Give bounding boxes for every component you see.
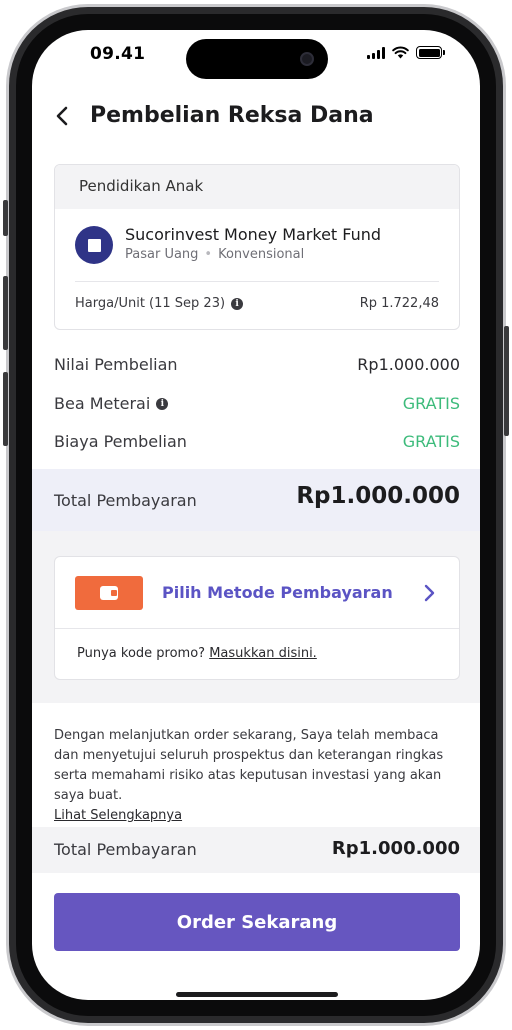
fund-logo-icon [75,226,113,264]
dynamic-island [186,39,328,79]
purchase-fee-row: Biaya Pembelian GRATIS [54,432,460,456]
disclaimer-text: Dengan melanjutkan order sekarang, Saya … [54,728,444,803]
stamp-duty-row: Bea Meterai i GRATIS [54,394,460,418]
unit-price-value: Rp 1.722,48 [359,296,439,311]
payment-method-button[interactable]: Pilih Metode Pembayaran [55,557,459,629]
promo-text: Punya kode promo? [77,646,206,661]
back-button[interactable] [46,100,78,132]
action-button [3,200,8,236]
separator-dot: • [204,247,213,262]
see-more-link[interactable]: Lihat Selengkapnya [54,806,460,826]
stamp-duty-value: GRATIS [402,394,460,413]
promo-row: Punya kode promo? Masukkan disini. [77,646,317,661]
promo-link[interactable]: Masukkan disini. [209,646,317,661]
divider [75,281,439,282]
back-chevron-icon [56,106,68,126]
purchase-value-row: Nilai Pembelian Rp1.000.000 [54,355,460,379]
fund-tags: Pasar Uang • Konvensional [125,247,304,262]
app-screen: 09.41 Pembelian Reksa Dana Pendidikan An… [32,30,480,1000]
wallet-icon [100,586,118,600]
status-time: 09.41 [90,44,146,64]
battery-icon [416,46,445,59]
app-header: Pembelian Reksa Dana [32,94,480,138]
purchase-value-label: Nilai Pembelian [54,355,178,374]
goal-label: Pendidikan Anak [55,165,459,209]
footer-total-label: Total Pembayaran [54,840,197,859]
order-now-button[interactable]: Order Sekarang [54,893,460,951]
stamp-duty-label: Bea Meterai [54,394,151,413]
wallet-badge [75,576,143,610]
unit-price-label-group: Harga/Unit (11 Sep 23) i [75,296,244,311]
payment-card: Pilih Metode Pembayaran Punya kode promo… [54,556,460,680]
signal-icon [367,46,385,59]
stamp-duty-label-group: Bea Meterai i [54,394,169,413]
power-button [504,326,509,436]
status-icons [367,46,445,59]
fund-card: Pendidikan Anak Sucorinvest Money Market… [54,164,460,330]
payment-method-label: Pilih Metode Pembayaran [162,583,393,602]
fund-category: Pasar Uang [125,247,199,262]
page-title: Pembelian Reksa Dana [90,103,374,128]
total-payment-band: Total Pembayaran Rp1.000.000 [32,469,480,531]
total-payment-value: Rp1.000.000 [296,483,460,509]
footer-total-value: Rp1.000.000 [331,838,460,859]
fund-type: Konvensional [218,247,305,262]
purchase-fee-label: Biaya Pembelian [54,432,187,451]
volume-up-button [3,276,8,350]
chevron-right-icon [424,584,435,602]
wifi-icon [392,46,409,59]
footer-total: Total Pembayaran Rp1.000.000 [32,827,480,873]
total-payment-label: Total Pembayaran [54,491,197,510]
fund-name: Sucorinvest Money Market Fund [125,225,382,244]
info-icon[interactable]: i [231,297,244,310]
purchase-fee-value: GRATIS [402,432,460,451]
volume-down-button [3,372,8,446]
camera-icon [300,52,314,66]
fund-info: Sucorinvest Money Market Fund Pasar Uang… [75,225,445,265]
home-indicator[interactable] [176,992,338,997]
unit-price-label: Harga/Unit (11 Sep 23) [75,296,226,311]
info-icon[interactable]: i [156,397,169,410]
disclaimer: Dengan melanjutkan order sekarang, Saya … [54,726,460,826]
purchase-value: Rp1.000.000 [357,355,460,374]
